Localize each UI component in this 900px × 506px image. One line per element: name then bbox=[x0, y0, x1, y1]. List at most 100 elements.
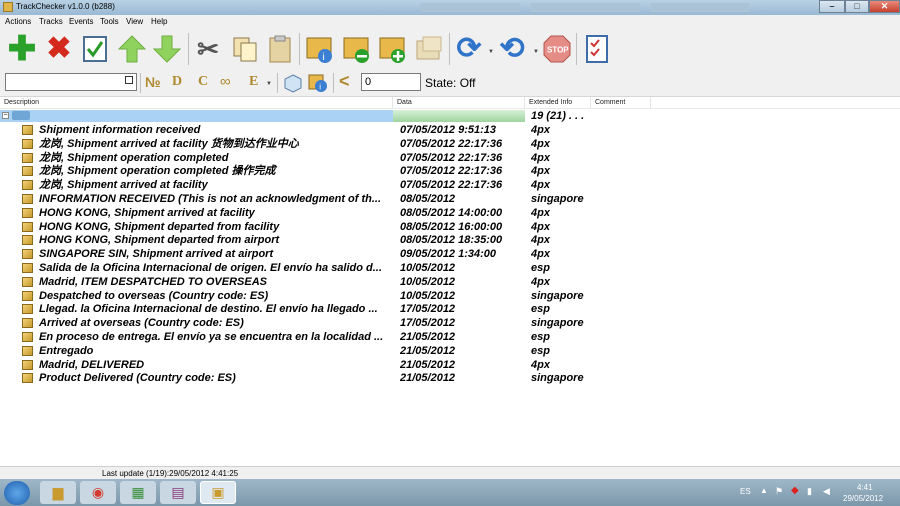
event-row[interactable]: Madrid, DELIVERED 21/05/2012 4px bbox=[0, 358, 900, 372]
refresh-all-dropdown-arrow[interactable]: ▼ bbox=[533, 49, 539, 55]
event-date: 21/05/2012 bbox=[400, 344, 456, 357]
svg-text:STOP: STOP bbox=[547, 46, 569, 55]
volume-icon[interactable]: ◀ bbox=[823, 486, 830, 497]
taskbar-chrome[interactable]: ◉ bbox=[80, 481, 116, 504]
refresh-button[interactable]: ⟳ bbox=[452, 32, 486, 66]
event-row[interactable]: HONG KONG, Shipment departed from airpor… bbox=[0, 233, 900, 247]
search-input[interactable] bbox=[5, 73, 137, 91]
event-row[interactable]: En proceso de entrega. El envío ya se en… bbox=[0, 330, 900, 344]
show-hidden-icons-icon[interactable]: ▲ bbox=[760, 486, 768, 495]
group-row[interactable]: − 19 (21) . . . bbox=[0, 109, 900, 123]
collapse-toggle-icon[interactable]: − bbox=[2, 112, 9, 119]
menu-tools[interactable]: Tools bbox=[100, 17, 119, 26]
flag-icon[interactable]: ⚑ bbox=[775, 486, 783, 497]
cut-button[interactable]: ✂ bbox=[191, 32, 225, 66]
group-row-highlight bbox=[0, 110, 393, 122]
info-cube-icon[interactable]: i bbox=[307, 73, 329, 93]
package-disabled-button[interactable] bbox=[413, 32, 447, 66]
event-row[interactable]: Salida de la Oficina Internacional de or… bbox=[0, 261, 900, 275]
package-icon bbox=[22, 290, 33, 301]
comment-filter-button[interactable]: C bbox=[198, 74, 208, 90]
package-icon bbox=[22, 373, 33, 384]
package-plus-icon bbox=[379, 37, 405, 63]
start-button[interactable] bbox=[4, 481, 30, 505]
copy-button[interactable] bbox=[228, 32, 262, 66]
event-date: 21/05/2012 bbox=[400, 358, 456, 371]
event-row[interactable]: Entregado 21/05/2012 esp bbox=[0, 344, 900, 358]
paste-button[interactable] bbox=[263, 32, 297, 66]
security-icon[interactable]: ◆ bbox=[791, 485, 799, 496]
move-down-button[interactable] bbox=[150, 32, 184, 66]
event-extended-info: 4px bbox=[531, 206, 550, 219]
package-icon bbox=[22, 235, 33, 246]
clock-time[interactable]: 4:41 bbox=[857, 483, 873, 492]
add-track-button[interactable] bbox=[376, 32, 410, 66]
maximize-button[interactable]: □ bbox=[845, 0, 869, 13]
event-row[interactable]: Product Delivered (Country code: ES) 21/0… bbox=[0, 371, 900, 385]
event-row[interactable]: SINGAPORE SIN, Shipment arrived at airpo… bbox=[0, 247, 900, 261]
event-row[interactable]: 龙岗, Shipment arrived at facility 货物到达作业中… bbox=[0, 137, 900, 151]
column-header-comment[interactable]: Comment bbox=[591, 97, 651, 108]
extended-filter-button[interactable]: E bbox=[249, 74, 258, 90]
delete-button[interactable]: ✖ bbox=[42, 32, 76, 66]
event-extended-info: 4px bbox=[531, 234, 550, 247]
refresh-dropdown-arrow[interactable]: ▼ bbox=[488, 49, 494, 55]
number-filter-button[interactable]: № bbox=[145, 74, 161, 90]
event-extended-info: singapore bbox=[531, 372, 584, 385]
taskbar-trackchecker[interactable]: ▣ bbox=[200, 481, 236, 504]
event-row[interactable]: Arrived at overseas (Country code: ES) 17… bbox=[0, 316, 900, 330]
minimize-button[interactable]: – bbox=[819, 0, 845, 13]
progress-bar bbox=[393, 110, 525, 122]
events-list[interactable]: Description Data Extended Info Comment −… bbox=[0, 97, 900, 466]
check-button[interactable] bbox=[78, 32, 112, 66]
event-row[interactable]: HONG KONG, Shipment departed from facili… bbox=[0, 220, 900, 234]
column-header-date[interactable]: Data bbox=[393, 97, 525, 108]
event-row[interactable]: 龙岗, Shipment operation completed 07/05/20… bbox=[0, 151, 900, 165]
event-row[interactable]: INFORMATION RECEIVED (This is not an ack… bbox=[0, 192, 900, 206]
event-description: En proceso de entrega. El envío ya se en… bbox=[39, 331, 384, 343]
status-bar: Last update (1/19):29/05/2012 4:41:25 bbox=[0, 466, 900, 480]
refresh-all-button[interactable]: ⟲ bbox=[495, 32, 529, 66]
menu-view[interactable]: View bbox=[126, 17, 143, 26]
search-toggle-icon[interactable] bbox=[125, 76, 133, 84]
cube-icon[interactable] bbox=[283, 73, 303, 93]
extended-dropdown-arrow[interactable]: ▼ bbox=[266, 81, 272, 87]
taskbar-network-app[interactable]: ▦ bbox=[120, 481, 156, 504]
refresh-icon: ⟳ bbox=[456, 32, 482, 65]
menu-help[interactable]: Help bbox=[151, 17, 167, 26]
event-row[interactable]: Shipment information received 07/05/2012 … bbox=[0, 123, 900, 137]
group-summary: 19 (21) . . . bbox=[531, 110, 585, 122]
move-up-button[interactable] bbox=[115, 32, 149, 66]
column-header-description[interactable]: Description bbox=[0, 97, 393, 108]
event-date: 07/05/2012 22:17:36 bbox=[400, 179, 503, 192]
add-button[interactable]: ✚ bbox=[5, 32, 39, 66]
taskbar-winrar[interactable]: ▤ bbox=[160, 481, 196, 504]
event-row[interactable]: HONG KONG, Shipment arrived at facility 0… bbox=[0, 206, 900, 220]
language-indicator[interactable]: ES bbox=[740, 487, 751, 496]
event-row[interactable]: 龙岗, Shipment arrived at facility 07/05/20… bbox=[0, 178, 900, 192]
link-icon[interactable]: ∞ bbox=[220, 73, 231, 90]
event-row[interactable]: Llegad. la Oficina Internacional de dest… bbox=[0, 302, 900, 316]
event-row[interactable]: Despatched to overseas (Country code: ES… bbox=[0, 289, 900, 303]
remove-track-button[interactable] bbox=[340, 32, 374, 66]
menu-tracks[interactable]: Tracks bbox=[39, 17, 63, 26]
checklist-button[interactable] bbox=[580, 32, 614, 66]
event-row[interactable]: 龙岗, Shipment operation completed 操作完成 07/… bbox=[0, 164, 900, 178]
stop-button[interactable]: STOP bbox=[540, 32, 574, 66]
menu-actions[interactable]: Actions bbox=[5, 17, 31, 26]
clock-date[interactable]: 29/05/2012 bbox=[843, 494, 883, 503]
event-extended-info: esp bbox=[531, 262, 550, 274]
event-row[interactable]: Madrid, ITEM DESPATCHED TO OVERSEAS 10/05… bbox=[0, 275, 900, 289]
close-button[interactable]: ✕ bbox=[869, 0, 900, 13]
taskbar-explorer[interactable]: ▆ bbox=[40, 481, 76, 504]
column-header-row: Description Data Extended Info Comment bbox=[0, 97, 900, 109]
network-icon[interactable]: ▮ bbox=[807, 486, 812, 497]
less-than-icon[interactable]: < bbox=[339, 71, 350, 92]
date-filter-button[interactable]: D bbox=[172, 74, 182, 90]
track-info-button[interactable]: i bbox=[303, 32, 337, 66]
event-description: INFORMATION RECEIVED (This is not an ack… bbox=[39, 193, 382, 205]
number-input[interactable]: 0 bbox=[361, 73, 421, 91]
column-header-extended-info[interactable]: Extended Info bbox=[525, 97, 591, 108]
menu-events[interactable]: Events bbox=[69, 17, 93, 26]
blurred-tab bbox=[420, 3, 520, 12]
